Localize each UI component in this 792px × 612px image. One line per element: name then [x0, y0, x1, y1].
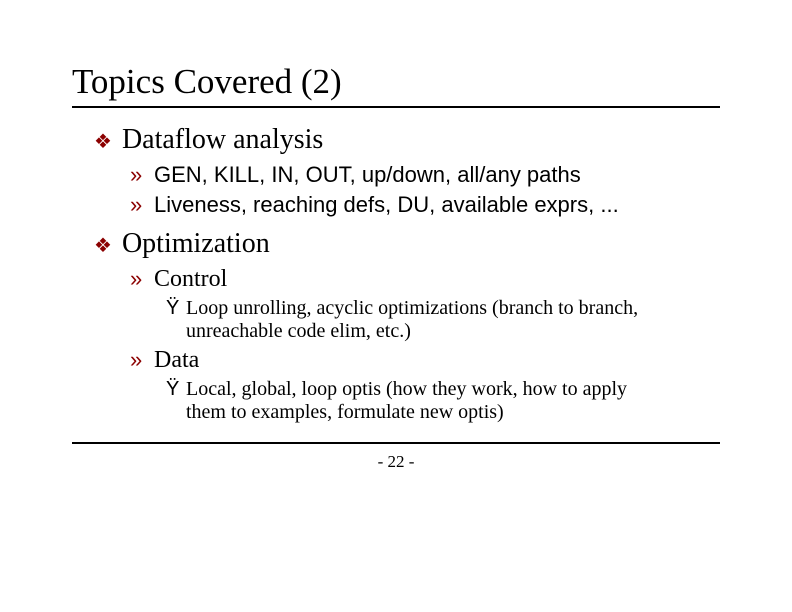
bullet-item: ❖ Dataflow analysis	[94, 124, 720, 156]
raquo-icon: »	[130, 266, 144, 292]
diamond-icon: ❖	[94, 129, 112, 154]
raquo-icon: »	[130, 347, 144, 373]
sub-text: Liveness, reaching defs, DU, available e…	[154, 192, 619, 218]
sub-list: » Control Ÿ Loop unrolling, acyclic opti…	[130, 266, 720, 424]
footer-rule	[72, 442, 720, 444]
subsub-item: Ÿ Loop unrolling, acyclic optimizations …	[166, 297, 720, 343]
subsub-text: Local, global, loop optis (how they work…	[186, 378, 666, 424]
raquo-icon: »	[130, 162, 144, 188]
bullet-text: Dataflow analysis	[122, 124, 323, 156]
sub-list: » GEN, KILL, IN, OUT, up/down, all/any p…	[130, 162, 720, 218]
sub-text: Control	[154, 266, 227, 293]
sub-item: » Liveness, reaching defs, DU, available…	[130, 192, 720, 218]
raquo-icon: »	[130, 192, 144, 218]
bullet-item: ❖ Optimization	[94, 228, 720, 260]
subsub-list: Ÿ Local, global, loop optis (how they wo…	[166, 378, 720, 424]
sub-item: » Control	[130, 266, 720, 293]
sub-text: Data	[154, 347, 199, 374]
slide: Topics Covered (2) ❖ Dataflow analysis »…	[0, 0, 792, 472]
page-number: - 22 -	[72, 452, 720, 472]
subsub-item: Ÿ Local, global, loop optis (how they wo…	[166, 378, 720, 424]
bullet-text: Optimization	[122, 228, 270, 260]
subsub-list: Ÿ Loop unrolling, acyclic optimizations …	[166, 297, 720, 343]
diamond-icon: ❖	[94, 233, 112, 258]
sub-text: GEN, KILL, IN, OUT, up/down, all/any pat…	[154, 162, 581, 188]
y-icon: Ÿ	[166, 297, 182, 320]
title-rule	[72, 106, 720, 108]
sub-item: » Data	[130, 347, 720, 374]
y-icon: Ÿ	[166, 378, 182, 401]
sub-item: » GEN, KILL, IN, OUT, up/down, all/any p…	[130, 162, 720, 188]
slide-title: Topics Covered (2)	[72, 62, 720, 102]
content: ❖ Dataflow analysis » GEN, KILL, IN, OUT…	[94, 124, 720, 424]
subsub-text: Loop unrolling, acyclic optimizations (b…	[186, 297, 666, 343]
